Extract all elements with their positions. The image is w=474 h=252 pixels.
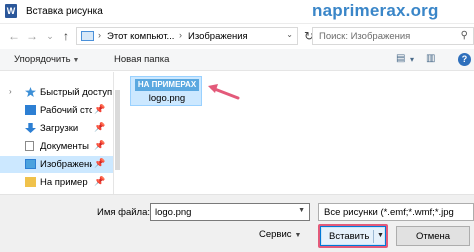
pin-icon: 📌 xyxy=(94,176,106,186)
document-icon xyxy=(25,141,34,151)
file-list: НА ПРИМЕРАХ logo.png xyxy=(122,72,474,194)
desktop-icon xyxy=(25,105,36,115)
organize-button[interactable]: Упорядочить ▼ xyxy=(14,54,79,65)
file-item-logo[interactable]: НА ПРИМЕРАХ logo.png xyxy=(130,76,202,106)
dropdown-arrow-icon: ▼ xyxy=(294,232,302,239)
breadcrumb-chevron-icon[interactable]: › xyxy=(179,30,182,40)
sidebar-item-desktop[interactable]: Рабочий сто 📌 xyxy=(0,102,113,119)
toolbar: Упорядочить ▼ Новая папка ▤ ▾ ▥ ? xyxy=(0,49,474,71)
scrollbar-thumb[interactable] xyxy=(115,90,120,170)
forward-arrow-icon[interactable]: → xyxy=(24,28,40,44)
new-folder-button[interactable]: Новая папка xyxy=(114,54,169,65)
insert-button[interactable]: Вставить ▼ xyxy=(320,226,386,246)
sidebar-item-pictures[interactable]: Изображени 📌 xyxy=(0,156,113,173)
sidebar-item-naprimerax-folder[interactable]: На пример 📌 xyxy=(0,174,113,191)
up-arrow-icon[interactable]: ↑ xyxy=(58,28,74,44)
help-icon[interactable]: ? xyxy=(458,53,471,66)
cancel-button[interactable]: Отмена xyxy=(396,226,470,246)
insert-dropdown-icon[interactable]: ▼ xyxy=(377,232,384,239)
view-dropdown-icon[interactable]: ▾ xyxy=(410,55,414,64)
navigation-bar: ← → ⌄ ↑ › Этот компьют... › Изображения … xyxy=(0,24,474,48)
breadcrumb-this-pc[interactable]: Этот компьют... xyxy=(107,31,174,42)
pin-icon: 📌 xyxy=(94,104,106,114)
view-icon[interactable]: ▤ xyxy=(396,53,405,64)
filename-field[interactable]: logo.png ▼ xyxy=(150,203,310,221)
pin-icon: 📌 xyxy=(94,122,106,132)
sidebar-item-quick-access[interactable]: › Быстрый доступ xyxy=(0,84,113,101)
pictures-icon xyxy=(25,159,36,169)
insert-label: Вставить xyxy=(329,231,370,242)
search-placeholder: Поиск: Изображения xyxy=(319,31,411,42)
tools-menu-button[interactable]: Сервис ▼ xyxy=(259,229,301,240)
search-icon[interactable]: ⚲ xyxy=(461,30,468,41)
address-bar[interactable]: › Этот компьют... › Изображения ⌄ xyxy=(76,27,298,45)
file-type-value: Все рисунки (*.emf;*.wmf;*.jpg xyxy=(324,207,454,218)
filename-dropdown-icon[interactable]: ▼ xyxy=(298,207,305,214)
sidebar-item-label: Загрузки xyxy=(40,123,79,134)
file-type-select[interactable]: Все рисунки (*.emf;*.wmf;*.jpg xyxy=(318,203,474,221)
recent-locations-icon[interactable]: ⌄ xyxy=(42,28,58,44)
search-input[interactable]: Поиск: Изображения ⚲ xyxy=(312,27,474,45)
address-dropdown-icon[interactable]: ⌄ xyxy=(286,30,293,39)
pin-icon: 📌 xyxy=(94,158,106,168)
thumbnail-logo-text: НА ПРИМЕРАХ xyxy=(137,80,197,89)
star-icon xyxy=(25,87,36,97)
tools-label: Сервис xyxy=(259,229,292,240)
word-app-icon: W xyxy=(5,4,17,18)
sidebar-item-downloads[interactable]: Загрузки 📌 xyxy=(0,120,113,137)
navigation-pane-scrollbar[interactable] xyxy=(114,72,122,194)
organize-label: Упорядочить xyxy=(14,54,71,65)
window-title: Вставка рисунка xyxy=(26,6,103,17)
split-separator xyxy=(373,230,374,243)
sidebar-item-label: Рабочий сто xyxy=(40,105,92,116)
breadcrumb-chevron-icon[interactable]: › xyxy=(98,30,101,40)
sidebar-item-label: Документы xyxy=(40,141,89,152)
dropdown-arrow-icon: ▼ xyxy=(72,57,80,64)
this-pc-icon xyxy=(81,31,94,41)
annotation-arrow-icon xyxy=(208,84,240,100)
sidebar-item-label: Изображени xyxy=(40,159,92,170)
sidebar-item-label: Быстрый доступ xyxy=(40,87,113,98)
filename-value: logo.png xyxy=(155,207,192,218)
breadcrumb-pictures[interactable]: Изображения xyxy=(188,31,248,42)
navigation-pane: › Быстрый доступ Рабочий сто 📌 Загрузки … xyxy=(0,72,114,194)
expand-chevron-icon[interactable]: › xyxy=(9,87,12,96)
dialog-footer: Имя файла: logo.png ▼ Все рисунки (*.emf… xyxy=(0,194,474,252)
pin-icon: 📌 xyxy=(94,140,106,150)
image-thumbnail: НА ПРИМЕРАХ xyxy=(135,79,199,91)
sidebar-item-documents[interactable]: Документы 📌 xyxy=(0,138,113,155)
sidebar-item-label: На пример xyxy=(40,177,88,188)
filename-label: Имя файла: xyxy=(97,207,151,218)
site-watermark: naprimerax.org xyxy=(312,1,439,20)
folder-icon xyxy=(25,177,36,187)
preview-pane-icon[interactable]: ▥ xyxy=(426,53,435,64)
title-bar: W Вставка рисунка naprimerax.org xyxy=(0,0,474,24)
back-arrow-icon[interactable]: ← xyxy=(6,28,22,44)
cancel-label: Отмена xyxy=(415,231,451,242)
download-icon xyxy=(25,123,36,133)
file-name: logo.png xyxy=(148,93,186,104)
